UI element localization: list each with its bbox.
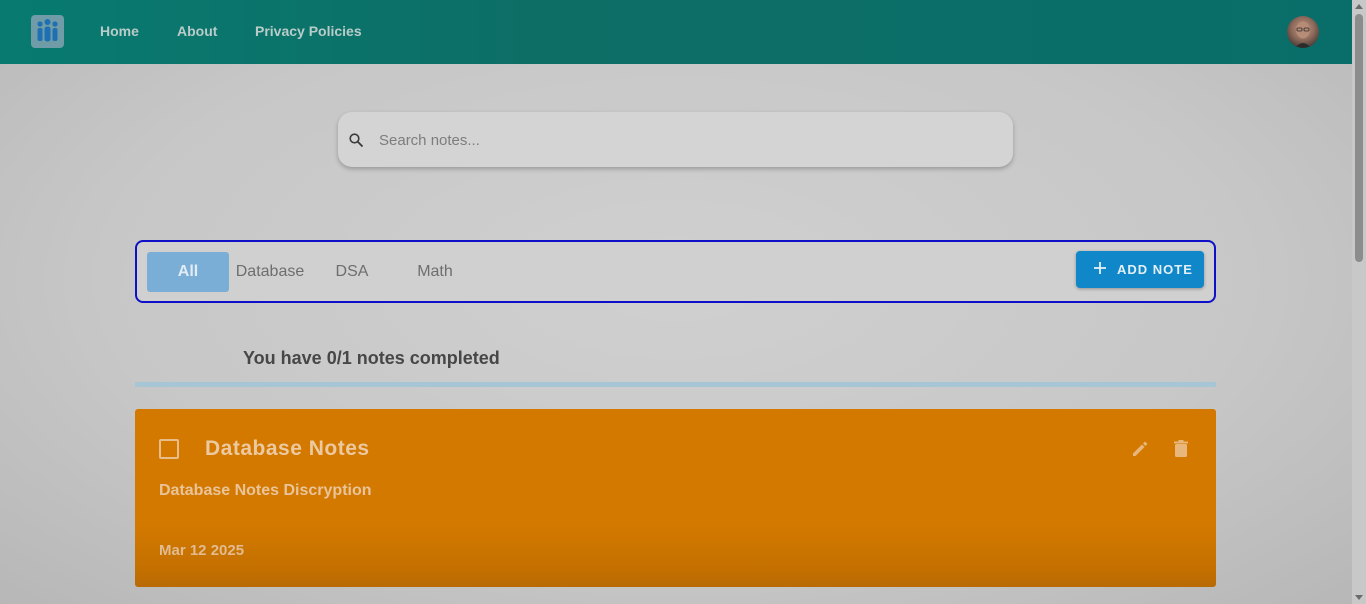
tab-math[interactable]: Math: [397, 252, 473, 292]
nav-link-home[interactable]: Home: [100, 23, 139, 39]
pencil-icon[interactable]: [1130, 439, 1150, 459]
trash-icon[interactable]: [1172, 439, 1190, 459]
page-scrollbar[interactable]: [1352, 0, 1366, 604]
add-note-button[interactable]: ADD NOTE: [1076, 251, 1204, 288]
note-title: Database Notes: [205, 437, 370, 460]
add-note-label: ADD NOTE: [1117, 262, 1193, 277]
note-card[interactable]: Database Notes Database Notes Discryptio…: [135, 409, 1216, 587]
app-logo[interactable]: [31, 15, 64, 48]
progress-bar: [135, 382, 1216, 387]
search-input[interactable]: [377, 126, 981, 154]
tab-dsa[interactable]: DSA: [317, 252, 387, 292]
note-complete-checkbox[interactable]: [159, 439, 179, 459]
top-navbar: Home About Privacy Policies: [0, 0, 1352, 64]
search-icon: [349, 133, 363, 147]
main-content: All Database DSA Math ADD NOTE You have …: [0, 64, 1352, 604]
scrollbar-thumb[interactable]: [1355, 14, 1363, 262]
avatar-portrait-icon: [1295, 21, 1311, 48]
scroll-down-arrow-icon[interactable]: [1355, 595, 1363, 600]
user-avatar[interactable]: [1287, 16, 1319, 48]
search-bar[interactable]: [338, 112, 1013, 167]
progress-summary: You have 0/1 notes completed: [243, 348, 500, 368]
category-filter-bar: All Database DSA Math ADD NOTE: [135, 240, 1216, 303]
note-date: Mar 12 2025: [159, 542, 245, 559]
people-logo-icon: [37, 19, 58, 42]
note-description: Database Notes Discryption: [159, 482, 372, 499]
nav-link-about[interactable]: About: [177, 23, 217, 39]
scroll-up-arrow-icon[interactable]: [1355, 4, 1363, 9]
plus-icon: [1094, 262, 1106, 274]
tab-all[interactable]: All: [147, 252, 229, 292]
tab-database[interactable]: Database: [233, 252, 307, 292]
nav-link-privacy-policies[interactable]: Privacy Policies: [255, 23, 362, 39]
